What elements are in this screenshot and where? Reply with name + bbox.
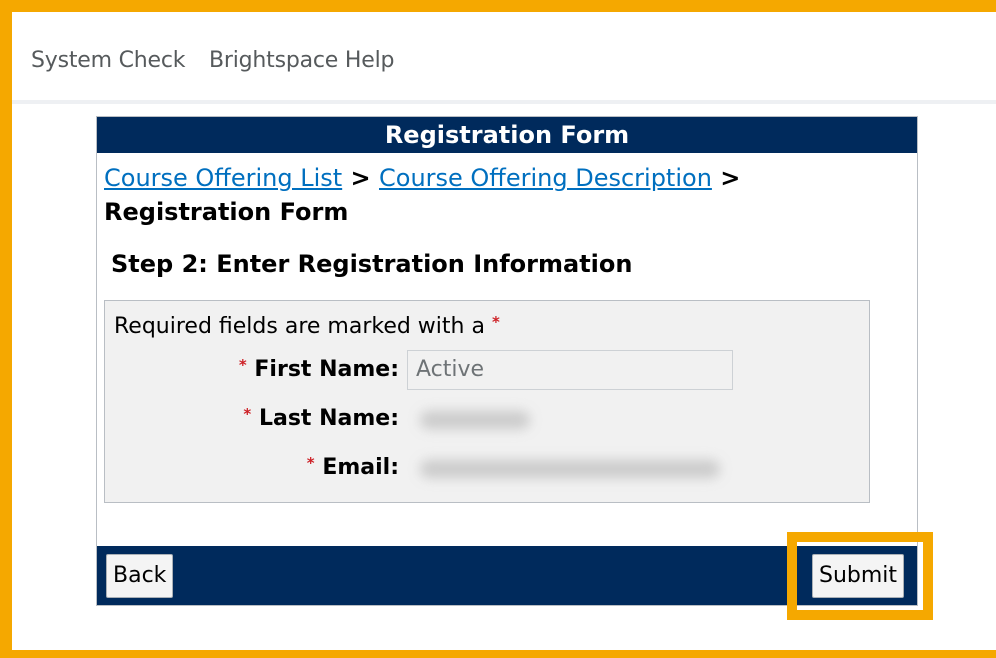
breadcrumb-separator: > <box>720 164 741 192</box>
system-check-link[interactable]: System Check <box>31 48 186 73</box>
required-star: * <box>306 454 315 472</box>
last-name-label-text: Last Name: <box>258 406 399 431</box>
breadcrumb-course-offering-description[interactable]: Course Offering Description <box>379 164 712 192</box>
required-fields-box: Required fields are marked with a * * Fi… <box>104 300 870 503</box>
required-star: * <box>243 405 252 423</box>
required-star: * <box>238 356 247 374</box>
first-name-label-text: First Name: <box>254 357 399 382</box>
first-name-label: * First Name: <box>109 356 399 382</box>
breadcrumb-separator: > <box>350 164 371 192</box>
email-label: * Email: <box>109 454 399 480</box>
back-button[interactable]: Back <box>106 554 174 598</box>
breadcrumb: Course Offering List > Course Offering D… <box>104 161 914 229</box>
required-note-text: Required fields are marked with a <box>114 314 485 339</box>
breadcrumb-course-offering-list[interactable]: Course Offering List <box>104 164 342 192</box>
submit-highlight-box <box>787 532 933 620</box>
first-name-field[interactable]: Active <box>407 350 733 390</box>
breadcrumb-current: Registration Form <box>104 198 349 226</box>
form-title: Registration Form <box>97 117 917 153</box>
redacted-email <box>420 460 720 478</box>
brightspace-help-link[interactable]: Brightspace Help <box>209 48 394 73</box>
step-heading: Step 2: Enter Registration Information <box>111 250 633 278</box>
email-label-text: Email: <box>322 455 399 480</box>
top-navigation: System Check Brightspace Help <box>12 12 996 104</box>
email-field[interactable] <box>407 448 733 488</box>
required-note: Required fields are marked with a * <box>114 313 500 339</box>
last-name-label: * Last Name: <box>109 405 399 431</box>
redacted-last-name <box>420 411 530 429</box>
last-name-field[interactable] <box>407 399 733 439</box>
required-star: * <box>491 313 500 331</box>
